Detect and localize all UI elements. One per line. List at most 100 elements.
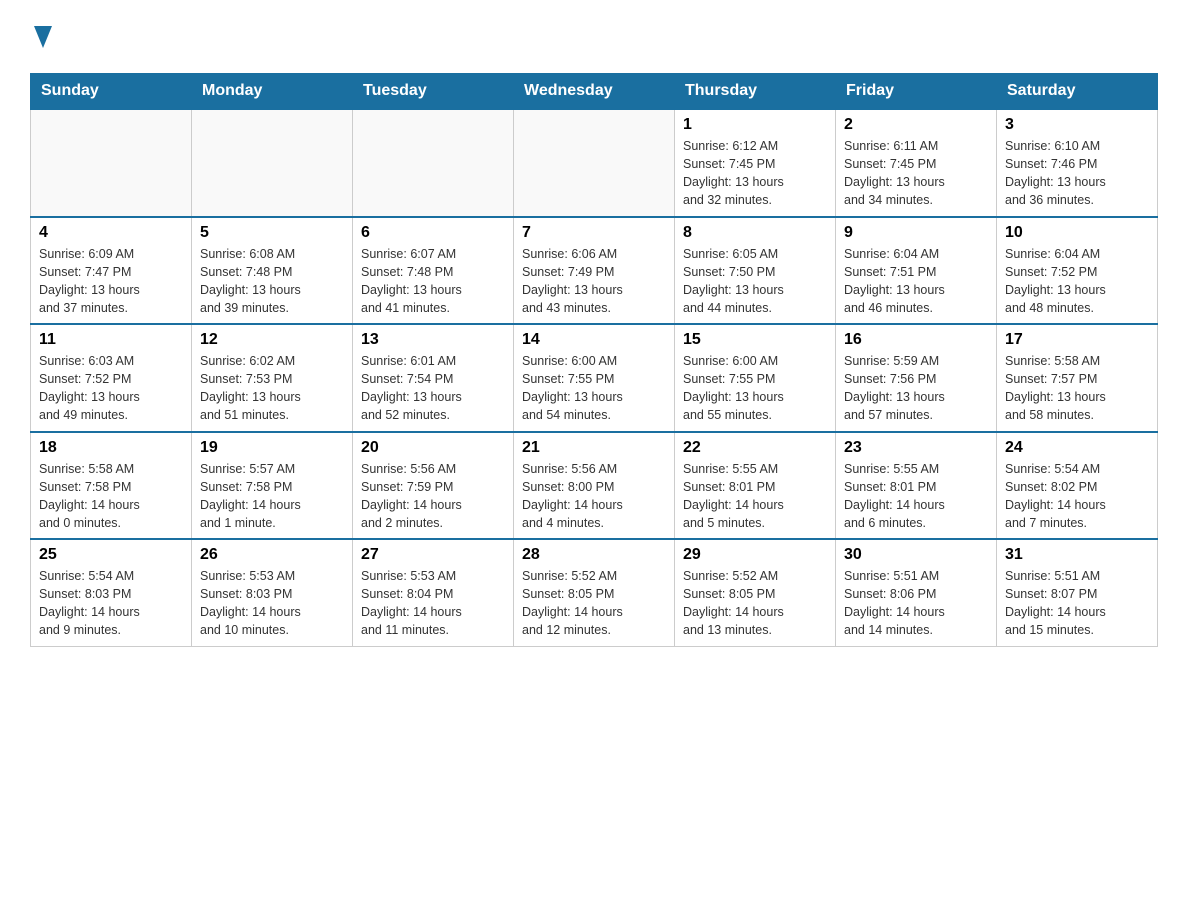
day-number: 30 [844, 546, 988, 564]
week-row-4: 18Sunrise: 5:58 AM Sunset: 7:58 PM Dayli… [31, 432, 1158, 540]
week-row-1: 1 Sunrise: 6:12 AM Sunset: 7:45 PM Daylig… [31, 109, 1158, 217]
day-info: Sunrise: 5:55 AM Sunset: 8:01 PM Dayligh… [683, 460, 827, 533]
day-info: Sunrise: 6:04 AM Sunset: 7:52 PM Dayligh… [1005, 245, 1149, 318]
calendar-cell: 8 Sunrise: 6:05 AM Sunset: 7:50 PM Daylig… [675, 217, 836, 325]
day-number: 11 [39, 331, 183, 349]
day-info: Sunrise: 6:12 AM Sunset: 7:45 PM Dayligh… [683, 137, 827, 210]
day-info: Sunrise: 5:58 AM Sunset: 7:57 PM Dayligh… [1005, 352, 1149, 425]
day-number: 29 [683, 546, 827, 564]
logo [30, 20, 52, 53]
day-number: 9 [844, 224, 988, 242]
calendar-header-saturday: Saturday [997, 74, 1158, 110]
day-number: 28 [522, 546, 666, 564]
day-info: Sunrise: 5:56 AM Sunset: 7:59 PM Dayligh… [361, 460, 505, 533]
day-number: 17 [1005, 331, 1149, 349]
day-number: 3 [1005, 116, 1149, 134]
calendar-cell: 6 Sunrise: 6:07 AM Sunset: 7:48 PM Daylig… [353, 217, 514, 325]
day-info: Sunrise: 6:09 AM Sunset: 7:47 PM Dayligh… [39, 245, 183, 318]
day-info: Sunrise: 5:56 AM Sunset: 8:00 PM Dayligh… [522, 460, 666, 533]
logo-line1 [30, 20, 52, 53]
calendar-cell: 24Sunrise: 5:54 AM Sunset: 8:02 PM Dayli… [997, 432, 1158, 540]
day-info: Sunrise: 6:03 AM Sunset: 7:52 PM Dayligh… [39, 352, 183, 425]
day-number: 5 [200, 224, 344, 242]
day-number: 10 [1005, 224, 1149, 242]
calendar-cell: 15Sunrise: 6:00 AM Sunset: 7:55 PM Dayli… [675, 324, 836, 432]
calendar-header-tuesday: Tuesday [353, 74, 514, 110]
calendar-cell [353, 109, 514, 217]
calendar-header-wednesday: Wednesday [514, 74, 675, 110]
day-info: Sunrise: 6:05 AM Sunset: 7:50 PM Dayligh… [683, 245, 827, 318]
day-info: Sunrise: 6:04 AM Sunset: 7:51 PM Dayligh… [844, 245, 988, 318]
calendar-table: SundayMondayTuesdayWednesdayThursdayFrid… [30, 73, 1158, 647]
calendar-cell: 25Sunrise: 5:54 AM Sunset: 8:03 PM Dayli… [31, 539, 192, 646]
week-row-5: 25Sunrise: 5:54 AM Sunset: 8:03 PM Dayli… [31, 539, 1158, 646]
day-number: 27 [361, 546, 505, 564]
calendar-header-row: SundayMondayTuesdayWednesdayThursdayFrid… [31, 74, 1158, 110]
calendar-cell: 26 Sunrise: 5:53 AM Sunset: 8:03 PM Dayli… [192, 539, 353, 646]
day-info: Sunrise: 6:11 AM Sunset: 7:45 PM Dayligh… [844, 137, 988, 210]
day-number: 6 [361, 224, 505, 242]
day-info: Sunrise: 5:51 AM Sunset: 8:07 PM Dayligh… [1005, 567, 1149, 640]
day-number: 23 [844, 439, 988, 457]
day-number: 13 [361, 331, 505, 349]
calendar-header-thursday: Thursday [675, 74, 836, 110]
day-number: 7 [522, 224, 666, 242]
calendar-cell: 14 Sunrise: 6:00 AM Sunset: 7:55 PM Dayli… [514, 324, 675, 432]
calendar-cell: 17 Sunrise: 5:58 AM Sunset: 7:57 PM Dayli… [997, 324, 1158, 432]
day-number: 22 [683, 439, 827, 457]
calendar-header-sunday: Sunday [31, 74, 192, 110]
day-number: 20 [361, 439, 505, 457]
calendar-cell: 9 Sunrise: 6:04 AM Sunset: 7:51 PM Daylig… [836, 217, 997, 325]
week-row-3: 11 Sunrise: 6:03 AM Sunset: 7:52 PM Dayli… [31, 324, 1158, 432]
day-number: 14 [522, 331, 666, 349]
day-info: Sunrise: 6:08 AM Sunset: 7:48 PM Dayligh… [200, 245, 344, 318]
calendar-cell: 2Sunrise: 6:11 AM Sunset: 7:45 PM Daylig… [836, 109, 997, 217]
day-number: 25 [39, 546, 183, 564]
day-number: 21 [522, 439, 666, 457]
day-info: Sunrise: 6:07 AM Sunset: 7:48 PM Dayligh… [361, 245, 505, 318]
calendar-cell: 20 Sunrise: 5:56 AM Sunset: 7:59 PM Dayli… [353, 432, 514, 540]
day-info: Sunrise: 6:10 AM Sunset: 7:46 PM Dayligh… [1005, 137, 1149, 210]
day-info: Sunrise: 5:52 AM Sunset: 8:05 PM Dayligh… [683, 567, 827, 640]
day-info: Sunrise: 6:06 AM Sunset: 7:49 PM Dayligh… [522, 245, 666, 318]
calendar-cell: 18Sunrise: 5:58 AM Sunset: 7:58 PM Dayli… [31, 432, 192, 540]
calendar-cell: 5 Sunrise: 6:08 AM Sunset: 7:48 PM Daylig… [192, 217, 353, 325]
calendar-cell [31, 109, 192, 217]
day-info: Sunrise: 5:52 AM Sunset: 8:05 PM Dayligh… [522, 567, 666, 640]
day-info: Sunrise: 5:55 AM Sunset: 8:01 PM Dayligh… [844, 460, 988, 533]
calendar-cell: 31Sunrise: 5:51 AM Sunset: 8:07 PM Dayli… [997, 539, 1158, 646]
day-info: Sunrise: 6:02 AM Sunset: 7:53 PM Dayligh… [200, 352, 344, 425]
day-info: Sunrise: 5:53 AM Sunset: 8:03 PM Dayligh… [200, 567, 344, 640]
calendar-cell: 23 Sunrise: 5:55 AM Sunset: 8:01 PM Dayli… [836, 432, 997, 540]
calendar-cell: 22 Sunrise: 5:55 AM Sunset: 8:01 PM Dayli… [675, 432, 836, 540]
calendar-cell [514, 109, 675, 217]
calendar-cell: 16 Sunrise: 5:59 AM Sunset: 7:56 PM Dayli… [836, 324, 997, 432]
week-row-2: 4Sunrise: 6:09 AM Sunset: 7:47 PM Daylig… [31, 217, 1158, 325]
calendar-header-friday: Friday [836, 74, 997, 110]
calendar-cell: 21 Sunrise: 5:56 AM Sunset: 8:00 PM Dayli… [514, 432, 675, 540]
calendar-cell: 30 Sunrise: 5:51 AM Sunset: 8:06 PM Dayli… [836, 539, 997, 646]
day-number: 1 [683, 116, 827, 134]
day-info: Sunrise: 5:51 AM Sunset: 8:06 PM Dayligh… [844, 567, 988, 640]
calendar-cell: 28 Sunrise: 5:52 AM Sunset: 8:05 PM Dayli… [514, 539, 675, 646]
day-info: Sunrise: 5:53 AM Sunset: 8:04 PM Dayligh… [361, 567, 505, 640]
calendar-cell: 4Sunrise: 6:09 AM Sunset: 7:47 PM Daylig… [31, 217, 192, 325]
day-number: 26 [200, 546, 344, 564]
calendar-cell: 13 Sunrise: 6:01 AM Sunset: 7:54 PM Dayli… [353, 324, 514, 432]
calendar-header-monday: Monday [192, 74, 353, 110]
page-header [30, 20, 1158, 53]
day-info: Sunrise: 6:01 AM Sunset: 7:54 PM Dayligh… [361, 352, 505, 425]
day-number: 8 [683, 224, 827, 242]
calendar-cell: 3 Sunrise: 6:10 AM Sunset: 7:46 PM Daylig… [997, 109, 1158, 217]
day-info: Sunrise: 5:57 AM Sunset: 7:58 PM Dayligh… [200, 460, 344, 533]
day-info: Sunrise: 6:00 AM Sunset: 7:55 PM Dayligh… [522, 352, 666, 425]
calendar-cell: 1 Sunrise: 6:12 AM Sunset: 7:45 PM Daylig… [675, 109, 836, 217]
day-number: 16 [844, 331, 988, 349]
calendar-cell: 12 Sunrise: 6:02 AM Sunset: 7:53 PM Dayli… [192, 324, 353, 432]
day-number: 12 [200, 331, 344, 349]
day-info: Sunrise: 5:58 AM Sunset: 7:58 PM Dayligh… [39, 460, 183, 533]
day-info: Sunrise: 5:59 AM Sunset: 7:56 PM Dayligh… [844, 352, 988, 425]
calendar-cell: 19Sunrise: 5:57 AM Sunset: 7:58 PM Dayli… [192, 432, 353, 540]
day-info: Sunrise: 5:54 AM Sunset: 8:02 PM Dayligh… [1005, 460, 1149, 533]
calendar-cell: 7 Sunrise: 6:06 AM Sunset: 7:49 PM Daylig… [514, 217, 675, 325]
